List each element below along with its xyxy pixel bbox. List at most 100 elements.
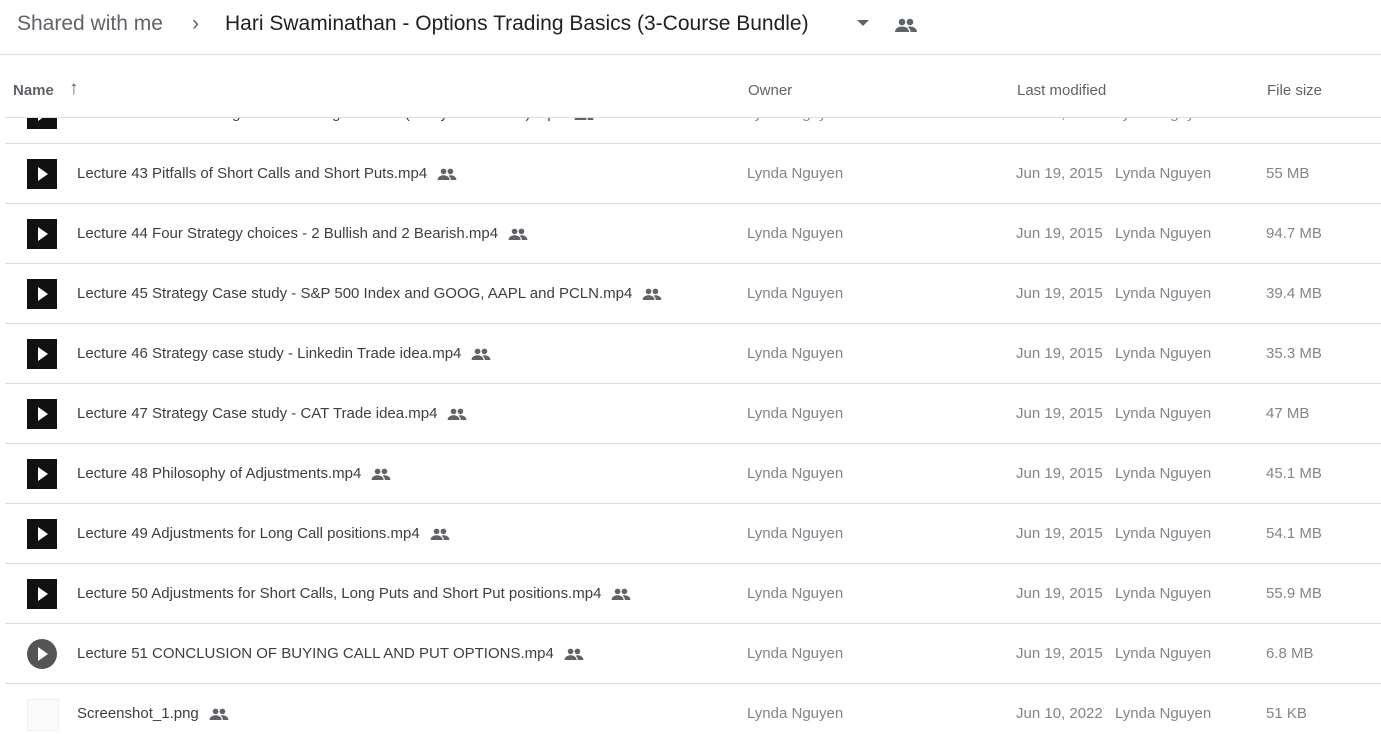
folder-title[interactable]: Hari Swaminathan - Options Trading Basic… bbox=[225, 12, 809, 36]
modified-by: Lynda Nguyen bbox=[1115, 585, 1212, 602]
modified-by: Lynda Nguyen bbox=[1115, 165, 1212, 182]
file-name-cell: Lecture 51 CONCLUSION OF BUYING CALL AND… bbox=[77, 645, 584, 662]
shared-people-icon bbox=[564, 648, 584, 660]
modified-date: Jun 19, 2015 bbox=[1016, 645, 1103, 662]
column-last-modified[interactable]: Last modified bbox=[1017, 82, 1106, 99]
shared-people-icon bbox=[508, 228, 528, 240]
modified-by: Lynda Nguyen bbox=[1115, 405, 1212, 422]
video-play-icon bbox=[27, 339, 57, 369]
owner: Lynda Nguyen bbox=[747, 285, 844, 302]
file-name-cell: Lecture 44 Four Strategy choices - 2 Bul… bbox=[77, 225, 528, 242]
shared-people-icon bbox=[895, 18, 917, 32]
file-size: 35.3 MB bbox=[1266, 345, 1322, 362]
shared-people-icon bbox=[447, 408, 467, 420]
owner: Lynda Nguyen bbox=[747, 345, 844, 362]
modified-date: Jun 19, 2015 bbox=[1016, 465, 1103, 482]
file-row[interactable]: Lecture 50 Adjustments for Short Calls, … bbox=[5, 564, 1381, 624]
file-name: Lecture 48 Philosophy of Adjustments.mp4 bbox=[77, 465, 362, 482]
file-row[interactable]: Lecture 45 Strategy Case study - S&P 500… bbox=[5, 264, 1381, 324]
owner: Lynda Nguyen bbox=[747, 165, 844, 182]
owner: Lynda Nguyen bbox=[747, 118, 843, 122]
file-name: Screenshot_1.png bbox=[77, 705, 199, 722]
video-play-icon bbox=[27, 459, 57, 489]
video-play-icon bbox=[27, 118, 57, 129]
file-size: 47 MB bbox=[1266, 405, 1310, 422]
modified-date: Jun 19, 2015 bbox=[1016, 525, 1103, 542]
breadcrumb: Shared with me › Hari Swaminathan - Opti… bbox=[0, 0, 1381, 55]
file-row[interactable]: Lecture 44 Four Strategy choices - 2 Bul… bbox=[5, 204, 1381, 264]
file-name: Lecture 47 Strategy Case study - CAT Tra… bbox=[77, 405, 438, 422]
file-row[interactable]: Lecture 51 CONCLUSION OF BUYING CALL AND… bbox=[5, 624, 1381, 684]
file-name-cell: Lecture 43 Pitfalls of Short Calls and S… bbox=[77, 165, 457, 182]
file-name-cell: Lecture 49 Adjustments for Long Call pos… bbox=[77, 525, 450, 542]
file-row[interactable]: Screenshot_1.png Lynda Nguyen Jun 10, 2022… bbox=[5, 684, 1381, 734]
file-name: Lecture 51 CONCLUSION OF BUYING CALL AND… bbox=[77, 645, 554, 662]
owner: Lynda Nguyen bbox=[747, 705, 844, 722]
file-name: Lecture 49 Adjustments for Long Call pos… bbox=[77, 525, 420, 542]
modified-by: Lynda Nguyen bbox=[1115, 705, 1212, 722]
chevron-right-icon: › bbox=[192, 12, 199, 35]
file-size: 51 KB bbox=[1266, 705, 1307, 722]
file-name-cell: Lecture 46 Strategy case study - Linkedi… bbox=[77, 345, 491, 362]
file-name: Lecture 43 Pitfalls of Short Calls and S… bbox=[77, 165, 428, 182]
modified-date: Jun 19, 2015 bbox=[1016, 285, 1103, 302]
modified-by: Lynda Nguyen bbox=[1115, 285, 1212, 302]
shared-people-icon bbox=[611, 588, 631, 600]
file-name-cell: Lecture 45 Strategy Case study - S&P 500… bbox=[77, 285, 662, 302]
file-name: Lecture 50 Adjustments for Short Calls, … bbox=[77, 585, 602, 602]
video-play-icon bbox=[27, 279, 57, 309]
shared-people-icon bbox=[371, 468, 391, 480]
owner: Lynda Nguyen bbox=[747, 465, 844, 482]
shared-people-icon bbox=[471, 348, 491, 360]
modified-by: Lynda Nguyen bbox=[1115, 525, 1212, 542]
file-size: 54.1 MB bbox=[1266, 525, 1322, 542]
video-play-icon bbox=[27, 519, 57, 549]
file-name-cell: Screenshot_1.png bbox=[77, 705, 229, 722]
owner: Lynda Nguyen bbox=[747, 525, 844, 542]
modified-by: Lynda Nguyen bbox=[1115, 465, 1212, 482]
modified-date: Jun 19, 2015 bbox=[1016, 585, 1103, 602]
file-name: Lecture 44 Four Strategy choices - 2 Bul… bbox=[77, 225, 499, 242]
file-name: Lecture 46 Strategy case study - Linkedi… bbox=[77, 345, 462, 362]
owner: Lynda Nguyen bbox=[747, 585, 844, 602]
file-row[interactable]: Lecture 49 Adjustments for Long Call pos… bbox=[5, 504, 1381, 564]
caret-down-icon[interactable] bbox=[857, 20, 869, 26]
file-row[interactable]: Lecture 47 Strategy Case study - CAT Tra… bbox=[5, 384, 1381, 444]
shared-people-icon bbox=[209, 708, 229, 720]
column-name[interactable]: Name bbox=[13, 82, 54, 99]
shared-people-icon bbox=[574, 118, 594, 120]
video-play-icon bbox=[27, 639, 57, 669]
file-name-cell: Lecture 42 Trade Management on Long Put … bbox=[77, 118, 594, 122]
file-row[interactable]: Lecture 42 Trade Management on Long Put … bbox=[5, 118, 1381, 144]
file-size: 94.7 MB bbox=[1266, 225, 1322, 242]
breadcrumb-shared-with-me[interactable]: Shared with me bbox=[17, 12, 163, 36]
file-size: 45.1 MB bbox=[1266, 465, 1322, 482]
file-row[interactable]: Lecture 46 Strategy case study - Linkedi… bbox=[5, 324, 1381, 384]
owner: Lynda Nguyen bbox=[747, 225, 844, 242]
column-owner[interactable]: Owner bbox=[748, 82, 792, 99]
modified-by: Lynda Nguyen bbox=[1115, 345, 1212, 362]
modified-by: Lynda Nguyen bbox=[1115, 645, 1212, 662]
file-name-cell: Lecture 47 Strategy Case study - CAT Tra… bbox=[77, 405, 467, 422]
file-row[interactable]: Lecture 48 Philosophy of Adjustments.mp4… bbox=[5, 444, 1381, 504]
modified-date: Jun 19, 2015 bbox=[1016, 118, 1103, 122]
modified-date: Jun 19, 2015 bbox=[1016, 165, 1103, 182]
file-name-cell: Lecture 50 Adjustments for Short Calls, … bbox=[77, 585, 631, 602]
file-size: 55 MB bbox=[1266, 165, 1310, 182]
file-name: Lecture 45 Strategy Case study - S&P 500… bbox=[77, 285, 633, 302]
sort-arrow-up-icon[interactable]: ↑ bbox=[69, 78, 79, 100]
modified-date: Jun 19, 2015 bbox=[1016, 225, 1103, 242]
video-play-icon bbox=[27, 219, 57, 249]
file-list[interactable]: Lecture 42 Trade Management on Long Put … bbox=[5, 118, 1381, 734]
file-size: 39.4 MB bbox=[1266, 285, 1322, 302]
modified-date: Jun 19, 2015 bbox=[1016, 405, 1103, 422]
column-header-row: Name ↑ Owner Last modified File size bbox=[5, 55, 1381, 118]
file-size: 6.8 MB bbox=[1266, 645, 1314, 662]
video-play-icon bbox=[27, 399, 57, 429]
file-row[interactable]: Lecture 43 Pitfalls of Short Calls and S… bbox=[5, 144, 1381, 204]
file-name: Lecture 42 Trade Management on Long Put … bbox=[77, 118, 564, 122]
owner: Lynda Nguyen bbox=[747, 645, 844, 662]
video-play-icon bbox=[27, 159, 57, 189]
column-file-size[interactable]: File size bbox=[1267, 82, 1322, 99]
modified-date: Jun 19, 2015 bbox=[1016, 345, 1103, 362]
